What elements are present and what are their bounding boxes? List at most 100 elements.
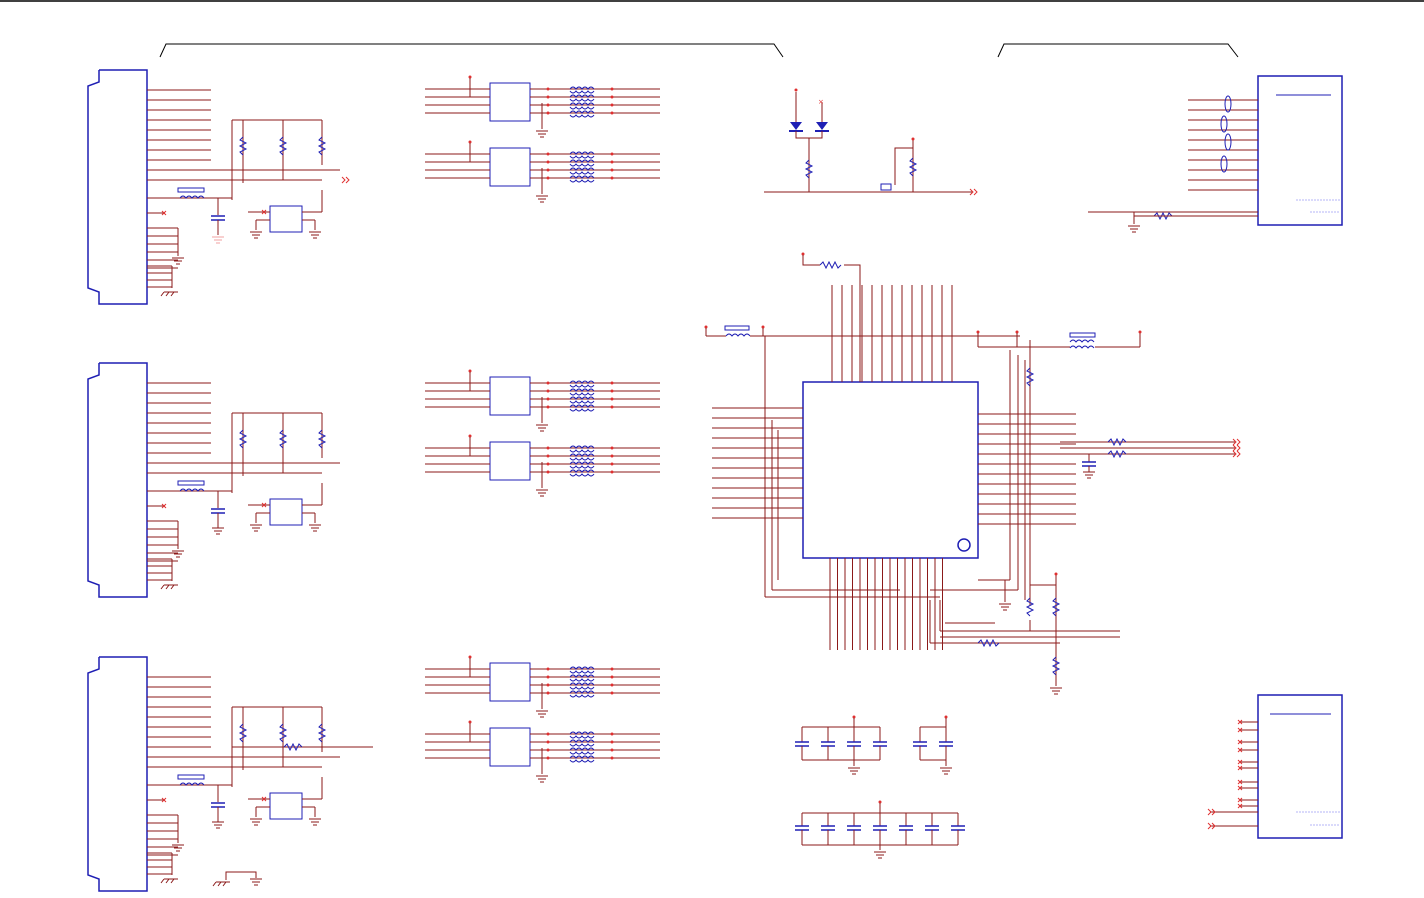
net-dot <box>610 748 614 752</box>
ground-symbol <box>309 231 321 239</box>
net-dot <box>610 675 614 679</box>
section-brace-right <box>997 43 1239 58</box>
magnetics-chip <box>489 727 531 767</box>
decoupling-capacitors <box>795 715 965 859</box>
ground-symbol <box>250 231 262 239</box>
ic-power-ferrites <box>704 325 1142 605</box>
transistor <box>880 183 892 191</box>
magnetics-chip <box>489 441 531 481</box>
transformer-winding <box>569 678 595 682</box>
right-connector-top-wires <box>1088 95 1258 233</box>
ic-pin-wires <box>712 285 1076 650</box>
ground-symbol <box>172 550 184 558</box>
net-dot <box>546 111 550 115</box>
ground-symbol <box>536 130 548 138</box>
net-dot <box>610 691 614 695</box>
net-dot <box>546 103 550 107</box>
transformer-winding <box>569 400 595 404</box>
net-dot <box>610 152 614 156</box>
ground-symbol <box>172 844 184 852</box>
net-dot <box>610 667 614 671</box>
net-dot <box>546 168 550 172</box>
ground-symbol <box>536 489 548 497</box>
net-dot <box>610 95 614 99</box>
left-connector-body <box>87 656 148 892</box>
left-connector-body <box>87 362 148 598</box>
net-dot <box>546 176 550 180</box>
net-dot <box>546 683 550 687</box>
net-dot <box>546 152 550 156</box>
net-dot <box>546 748 550 752</box>
net-dot <box>546 389 550 393</box>
net-dot <box>610 470 614 474</box>
regulator-ic <box>269 792 303 820</box>
magnetics-chip <box>489 376 531 416</box>
net-dot <box>610 462 614 466</box>
led-indicator-block: × <box>764 88 978 196</box>
net-dot <box>610 176 614 180</box>
transformer-winding <box>569 473 595 477</box>
net-dot <box>546 87 550 91</box>
ground-symbol <box>874 851 886 859</box>
ground-symbol <box>848 767 860 775</box>
net-dot <box>546 446 550 450</box>
right-connector-bottom-wires <box>1207 719 1258 830</box>
net-dot <box>610 168 614 172</box>
transformer-winding <box>569 98 595 102</box>
chassis-ground <box>160 878 178 884</box>
transformer-winding <box>569 106 595 110</box>
ground-symbol <box>1128 225 1140 233</box>
ground-symbol <box>536 775 548 783</box>
net-dot <box>546 454 550 458</box>
pin1-marker <box>957 538 971 552</box>
transformer-winding <box>569 457 595 461</box>
ground-symbol <box>536 424 548 432</box>
transformer-winding <box>569 735 595 739</box>
net-dot <box>546 691 550 695</box>
ferrite-bead <box>177 187 205 193</box>
transformer-winding <box>569 392 595 396</box>
ferrite-bead <box>177 480 205 486</box>
transformer-winding <box>569 751 595 755</box>
net-dot <box>610 381 614 385</box>
led-diode-1 <box>790 122 802 130</box>
transformer-winding <box>569 670 595 674</box>
chassis-ground <box>160 291 178 297</box>
net-dot <box>610 87 614 91</box>
transformer-winding <box>569 163 595 167</box>
net-dot <box>610 397 614 401</box>
net-dot <box>610 683 614 687</box>
magnetics-chip <box>489 662 531 702</box>
net-dot <box>546 397 550 401</box>
transformer-winding <box>569 384 595 388</box>
ground-symbol <box>212 236 224 244</box>
ground-symbol <box>172 257 184 265</box>
transformer-winding <box>569 686 595 690</box>
magnetics-chip <box>489 82 531 122</box>
led-diode-2 <box>816 122 828 130</box>
net-dot <box>610 160 614 164</box>
main-controller-ic <box>802 381 979 559</box>
ground-symbol <box>536 195 548 203</box>
net-dot <box>546 405 550 409</box>
transformer-winding <box>569 90 595 94</box>
ground-symbol <box>250 524 262 532</box>
transformer-winding <box>569 114 595 118</box>
ground-symbol <box>212 821 224 829</box>
magnetics-chip <box>489 147 531 187</box>
net-dot <box>610 740 614 744</box>
common-mode-choke <box>1224 133 1232 151</box>
ground-symbol <box>309 524 321 532</box>
net-arrow <box>341 176 350 184</box>
ic-top-resistor <box>801 252 861 382</box>
ground-symbol <box>309 818 321 826</box>
net-dot <box>546 462 550 466</box>
ferrite-bead <box>177 774 205 780</box>
right-connector-top <box>1257 75 1343 226</box>
transformer-winding <box>569 171 595 175</box>
ground-symbol <box>250 818 262 826</box>
net-dot <box>546 756 550 760</box>
net-dot <box>610 446 614 450</box>
ground-symbol <box>212 527 224 535</box>
net-dot <box>546 732 550 736</box>
